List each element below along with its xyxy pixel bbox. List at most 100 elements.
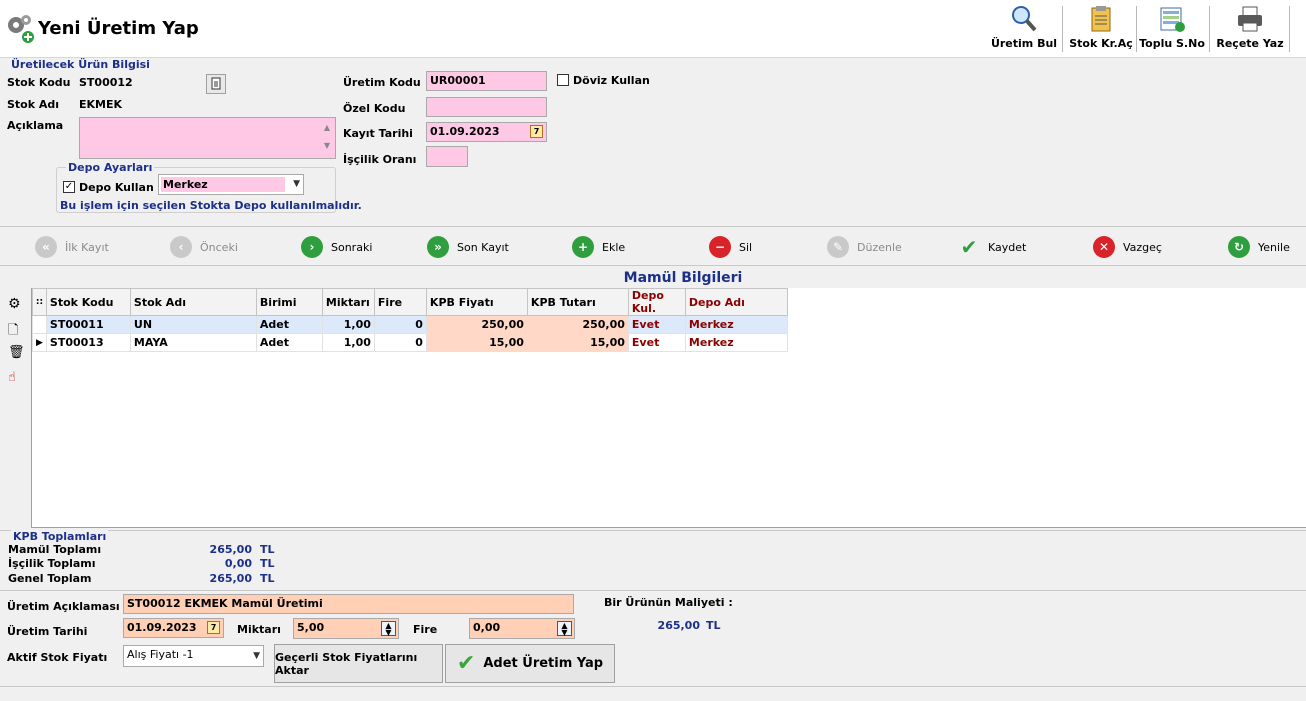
- uretim-kodu-input[interactable]: UR00001: [426, 71, 547, 91]
- column-header[interactable]: Stok Adı: [129, 288, 257, 316]
- divider: [0, 590, 1306, 591]
- sonraki-label: Sonraki: [331, 240, 373, 254]
- mamul-grid[interactable]: :: Stok Kodu Stok Adı Birimi Miktarı Fir…: [31, 288, 1306, 528]
- stok-adi-label: Stok Adı: [7, 98, 60, 111]
- ozel-kodu-label: Özel Kodu: [343, 102, 406, 115]
- row-indicator[interactable]: [32, 315, 47, 334]
- column-header[interactable]: Depo Kul.: [627, 288, 686, 316]
- trash-icon[interactable]: 🗑: [8, 345, 25, 361]
- column-header[interactable]: Fire: [373, 288, 427, 316]
- spinner-icon[interactable]: ▲ ▼: [557, 621, 572, 637]
- toolbar-divider: [1062, 6, 1063, 52]
- kayit-tarihi-input[interactable]: 01.09.2023 7: [426, 122, 547, 142]
- yenile-button[interactable]: ↻ Yenile: [1228, 235, 1290, 259]
- hand-icon[interactable]: ☝: [8, 370, 24, 386]
- aktif-stok-fiyati-label: Aktif Stok Fiyatı: [7, 651, 108, 664]
- aciklama-textarea[interactable]: [79, 117, 336, 159]
- son-kayit-label: Son Kayıt: [457, 240, 509, 254]
- grid-title: Mamül Bilgileri: [623, 270, 743, 286]
- cell-stok-adi[interactable]: MAYA: [129, 333, 257, 352]
- depo-select[interactable]: Merkez ▼: [158, 174, 304, 195]
- miktar-label: Miktarı: [237, 623, 281, 636]
- spinner-icon[interactable]: ▲ ▼: [381, 621, 396, 637]
- calendar-icon[interactable]: 7: [207, 621, 220, 634]
- ekle-button[interactable]: + Ekle: [572, 235, 625, 259]
- delete-icon: −: [709, 236, 731, 258]
- aktif-stok-fiyati-value: Alış Fiyatı -1: [127, 648, 194, 661]
- kayit-tarihi-label: Kayıt Tarihi: [343, 127, 413, 140]
- toplu-sno-button[interactable]: Toplu S.No: [1139, 4, 1205, 54]
- cancel-icon: ✕: [1093, 236, 1115, 258]
- sil-button[interactable]: − Sil: [709, 235, 752, 259]
- edit-icon: ✎: [827, 236, 849, 258]
- cell-depo-kul[interactable]: Evet: [627, 315, 686, 334]
- cell-birimi[interactable]: Adet: [255, 333, 323, 352]
- cell-stok-kodu[interactable]: ST00011: [45, 315, 131, 334]
- fiyat-aktar-button[interactable]: Geçerli Stok Fiyatlarını Aktar: [274, 644, 443, 683]
- uretim-bul-button[interactable]: Üretim Bul: [990, 4, 1058, 54]
- cell-kpb-tutari[interactable]: 15,00: [526, 333, 629, 352]
- uretim-tarihi-input[interactable]: 01.09.2023 7: [123, 618, 224, 638]
- cell-depo-adi[interactable]: Merkez: [684, 315, 788, 334]
- fiyat-aktar-label: Geçerli Stok Fiyatlarını Aktar: [275, 650, 418, 677]
- cell-depo-adi[interactable]: Merkez: [684, 333, 788, 352]
- column-header[interactable]: KPB Tutarı: [526, 288, 629, 316]
- recete-yaz-button[interactable]: Reçete Yaz: [1213, 4, 1287, 54]
- cell-miktari[interactable]: 1,00: [321, 333, 375, 352]
- table-row[interactable]: ST00011 UN Adet 1,00 0 250,00 250,00 Eve…: [32, 315, 788, 334]
- uretim-aciklamasi-input[interactable]: ST00012 EKMEK Mamül Üretimi: [123, 594, 574, 614]
- kaydet-label: Kaydet: [988, 240, 1027, 254]
- cell-depo-kul[interactable]: Evet: [627, 333, 686, 352]
- column-header[interactable]: Depo Adı: [684, 288, 788, 316]
- new-document-icon[interactable]: 🗋: [8, 321, 24, 338]
- ozel-kodu-input[interactable]: [426, 97, 547, 117]
- aktif-stok-fiyati-select[interactable]: Alış Fiyatı -1 ▼: [123, 645, 264, 667]
- iscilik-orani-input[interactable]: [426, 146, 468, 167]
- cell-birimi[interactable]: Adet: [255, 315, 323, 334]
- cell-kpb-tutari[interactable]: 250,00: [526, 315, 629, 334]
- calendar-icon[interactable]: 7: [530, 125, 543, 138]
- printer-icon: [1238, 6, 1262, 32]
- duzenle-button[interactable]: ✎ Düzenle: [827, 235, 902, 259]
- fire-input[interactable]: 0,00 ▲ ▼: [469, 618, 575, 639]
- miktar-value: 5,00: [297, 621, 325, 634]
- toplu-sno-label: Toplu S.No: [1139, 37, 1205, 50]
- aciklama-scrollbar[interactable]: ▲ ▼: [320, 119, 334, 157]
- ilk-kayit-button[interactable]: « İlk Kayıt: [35, 235, 109, 259]
- uretim-bul-label: Üretim Bul: [990, 37, 1058, 50]
- totals-title: KPB Toplamları: [11, 530, 109, 543]
- cell-fire[interactable]: 0: [373, 315, 427, 334]
- column-header[interactable]: KPB Fiyatı: [425, 288, 528, 316]
- table-row[interactable]: ▶ ST00013 MAYA Adet 1,00 0 15,00 15,00 E…: [32, 333, 788, 352]
- son-kayit-button[interactable]: » Son Kayıt: [427, 235, 509, 259]
- depo-kullan-checkbox[interactable]: ✓: [63, 181, 75, 193]
- onceki-button[interactable]: ‹ Önceki: [170, 235, 238, 259]
- stok-select-button[interactable]: [206, 74, 226, 94]
- iscilik-toplami-value: 0,00: [224, 557, 252, 570]
- toolbar-divider: [1289, 6, 1290, 52]
- row-pointer-icon[interactable]: ▶: [32, 333, 47, 352]
- miktar-input[interactable]: 5,00 ▲ ▼: [293, 618, 399, 639]
- column-header[interactable]: Stok Kodu: [45, 288, 131, 316]
- cell-miktari[interactable]: 1,00: [321, 315, 375, 334]
- sonraki-button[interactable]: › Sonraki: [301, 235, 372, 259]
- cell-fire[interactable]: 0: [373, 333, 427, 352]
- gear-icon[interactable]: ⚙: [8, 296, 24, 312]
- uretim-yap-button[interactable]: ✔ Adet Üretim Yap: [445, 644, 615, 683]
- cell-kpb-fiyati[interactable]: 250,00: [425, 315, 528, 334]
- fire-value: 0,00: [473, 621, 501, 634]
- column-header[interactable]: Miktarı: [321, 288, 375, 316]
- doviz-kullan-checkbox[interactable]: [557, 74, 569, 86]
- mamul-table: :: Stok Kodu Stok Adı Birimi Miktarı Fir…: [32, 288, 788, 352]
- stok-kr-ac-button[interactable]: Stok Kr.Aç: [1066, 4, 1136, 54]
- column-header[interactable]: Birimi: [255, 288, 323, 316]
- row-indicator-header[interactable]: ::: [32, 288, 47, 316]
- uretim-tarihi-label: Üretim Tarihi: [7, 625, 88, 638]
- record-navigation-bar: « İlk Kayıt ‹ Önceki › Sonraki » Son Kay…: [0, 226, 1306, 266]
- vazgec-button[interactable]: ✕ Vazgeç: [1093, 235, 1162, 259]
- cell-stok-kodu[interactable]: ST00013: [45, 333, 131, 352]
- kaydet-button[interactable]: ✔ Kaydet: [958, 235, 1027, 259]
- checkmark-icon: ✔: [456, 651, 476, 676]
- cell-stok-adi[interactable]: UN: [129, 315, 257, 334]
- cell-kpb-fiyati[interactable]: 15,00: [425, 333, 528, 352]
